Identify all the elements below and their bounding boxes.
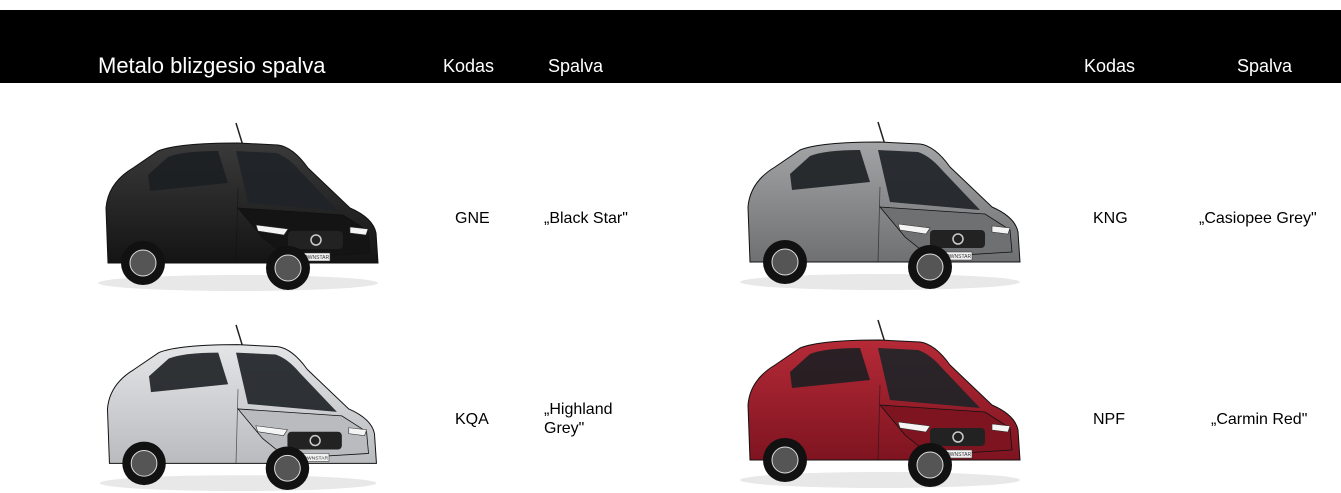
- code-cell: KQA: [455, 411, 489, 428]
- color-name-cell: „Carmin Red": [1211, 411, 1308, 428]
- table-title: Metalo blizgesio spalva: [98, 53, 326, 78]
- color-name-line-2: Grey": [544, 420, 585, 437]
- column-header-code-right: Kodas: [1084, 56, 1136, 76]
- color-name-line-1: „Highland: [544, 401, 613, 418]
- code-cell: NPF: [1093, 411, 1125, 428]
- column-header-code-left: Kodas: [443, 56, 495, 76]
- van-image-black-star: TOWNSTAR: [88, 113, 388, 293]
- code-cell: GNE: [455, 210, 490, 227]
- van-image-highland-grey: TOWNSTAR: [88, 315, 388, 493]
- column-header-color-left: Spalva: [548, 56, 604, 76]
- van-image-carmin-red: TOWNSTAR: [730, 310, 1030, 490]
- code-cell: KNG: [1093, 210, 1128, 227]
- color-name-cell: „Black Star": [544, 210, 628, 227]
- van-image-casiopee-grey: TOWNSTAR: [730, 112, 1030, 292]
- color-name-cell: „Casiopee Grey": [1199, 210, 1317, 227]
- column-header-color-right: Spalva: [1237, 56, 1293, 76]
